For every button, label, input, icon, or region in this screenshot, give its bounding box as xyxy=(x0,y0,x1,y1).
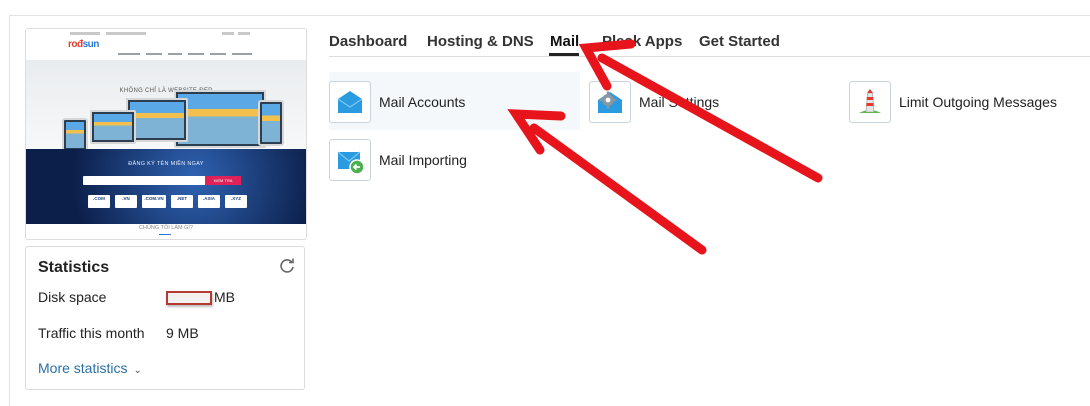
preview-search-button: KIỂM TRA xyxy=(205,176,241,185)
tld-card: .ASIA xyxy=(198,195,220,208)
tld-card: .COM xyxy=(88,195,110,208)
mail-import-icon xyxy=(329,139,371,181)
tablet-device xyxy=(62,118,88,152)
mail-accounts-label: Mail Accounts xyxy=(379,94,466,110)
active-tab-indicator xyxy=(549,53,579,56)
tld-card: .NET xyxy=(171,195,193,208)
disk-space-label: Disk space xyxy=(38,289,107,305)
traffic-value: 9 MB xyxy=(166,325,199,341)
preview-domain-title: ĐĂNG KÝ TÊN MIỀN NGAY xyxy=(128,161,204,167)
chevron-down-icon: ⌄ xyxy=(133,365,142,376)
tab-plesk-apps[interactable]: Plesk Apps xyxy=(602,33,682,50)
limit-outgoing-messages-label: Limit Outgoing Messages xyxy=(899,94,1057,110)
preview-hero: KHÔNG CHỈ LÀ WEBSITE ĐẸP xyxy=(26,60,306,152)
statistics-title: Statistics xyxy=(38,259,110,276)
preview-underline xyxy=(159,234,171,235)
tab-hosting-dns[interactable]: Hosting & DNS xyxy=(427,33,534,50)
preview-bottom-text: CHÚNG TÔI LÀM GÌ? xyxy=(139,225,193,231)
preview-logo: rođsun xyxy=(68,39,99,50)
mail-importing-tile[interactable]: Mail Importing xyxy=(329,130,580,188)
traffic-label: Traffic this month xyxy=(38,325,145,341)
tab-get-started[interactable]: Get Started xyxy=(699,33,780,50)
mail-importing-label: Mail Importing xyxy=(379,152,467,168)
mail-settings-gear-icon xyxy=(589,81,631,123)
laptop-device xyxy=(90,110,136,144)
tab-mail[interactable]: Mail xyxy=(550,33,579,50)
tablet-device xyxy=(258,100,284,146)
main-tabs: Dashboard Hosting & DNS Mail Plesk Apps … xyxy=(329,30,1090,57)
lighthouse-icon xyxy=(849,81,891,123)
mail-accounts-tile[interactable]: Mail Accounts xyxy=(329,72,580,130)
more-statistics-link[interactable]: More statistics ⌄ xyxy=(38,360,142,376)
limit-outgoing-messages-tile[interactable]: Limit Outgoing Messages xyxy=(849,72,1090,130)
tld-card: .XYZ xyxy=(225,195,247,208)
refresh-icon[interactable] xyxy=(278,257,296,275)
tld-card: .VN xyxy=(115,195,137,208)
statistics-panel: Statistics Disk space MB Traffic this mo… xyxy=(25,246,305,390)
envelope-icon xyxy=(329,81,371,123)
tab-dashboard[interactable]: Dashboard xyxy=(329,33,407,50)
mail-settings-label: Mail Settings xyxy=(639,94,720,110)
redacted-value xyxy=(166,291,212,305)
preview-domain-banner: ĐĂNG KÝ TÊN MIỀN NGAY KIỂM TRA .COM .VN … xyxy=(26,149,306,224)
website-preview-thumbnail[interactable]: rođsun KHÔNG CHỈ LÀ WEBSITE ĐẸP ĐĂNG KÝ … xyxy=(25,28,307,240)
preview-topbar xyxy=(26,29,306,38)
tld-card: .COM.VN xyxy=(142,195,166,208)
disk-space-unit: MB xyxy=(214,289,235,305)
mail-settings-tile[interactable]: Mail Settings xyxy=(589,72,839,130)
